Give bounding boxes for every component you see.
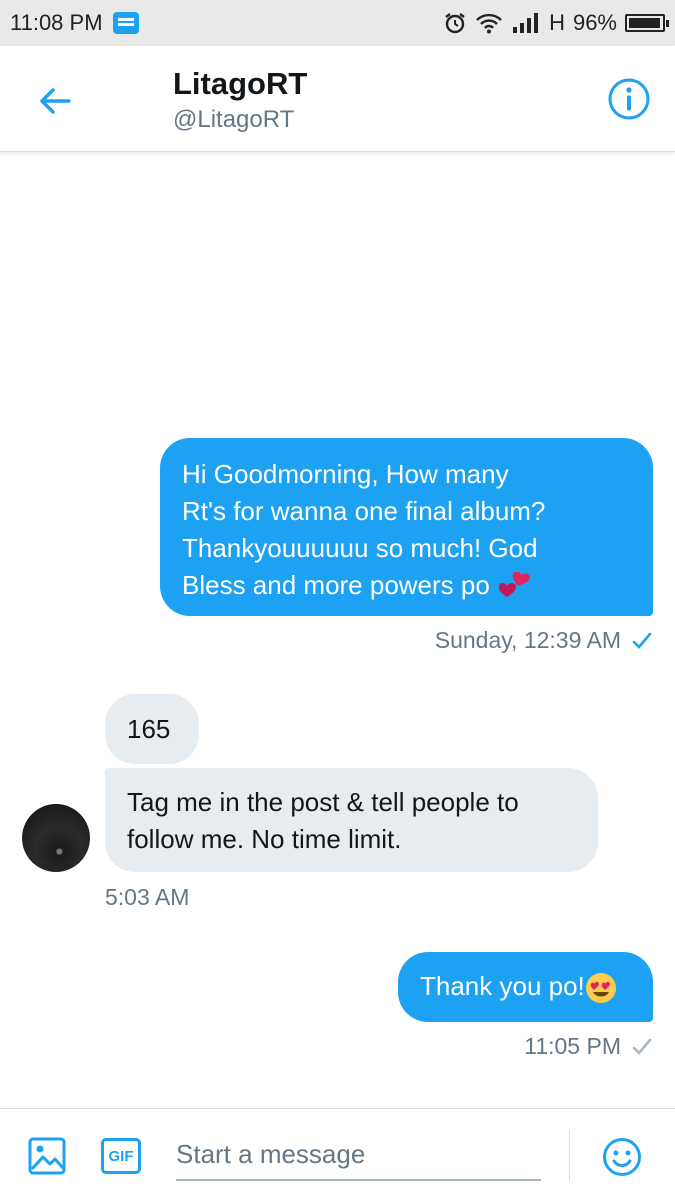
- timestamp-text: Sunday, 12:39 AM: [434, 627, 621, 653]
- back-arrow-icon: [40, 88, 71, 114]
- message-bubble-incoming[interactable]: 165: [105, 694, 199, 764]
- battery-icon: [625, 14, 669, 32]
- smiley-icon: [603, 1138, 641, 1176]
- conversation-header: LitagoRT @LitagoRT: [0, 46, 675, 152]
- emoji-button[interactable]: [602, 1137, 642, 1177]
- timestamp-sent: Sunday, 12:39 AM: [435, 627, 653, 654]
- timestamp-text: 5:03 AM: [105, 884, 190, 910]
- alarm-icon: [443, 11, 467, 35]
- message-input[interactable]: [176, 1129, 541, 1181]
- signal-icon: [511, 12, 541, 34]
- message-text: Hi Goodmorning, How many Rt's for wanna …: [182, 459, 546, 600]
- message-text: Tag me in the post & tell people to foll…: [127, 787, 519, 854]
- message-bubble-outgoing[interactable]: Hi Goodmorning, How many Rt's for wanna …: [160, 438, 653, 616]
- battery-percent: 96%: [572, 10, 617, 35]
- two-hearts-emoji-icon: [498, 572, 530, 598]
- timestamp-sent: 11:05 PM: [524, 1033, 653, 1060]
- avatar[interactable]: [22, 804, 90, 872]
- heart-eyes-emoji-icon: [585, 973, 616, 1004]
- add-photo-button[interactable]: [28, 1137, 66, 1175]
- message-notification-icon: [112, 12, 139, 34]
- status-bar: 11:08 PM H 96%: [0, 0, 675, 46]
- timestamp-received: 5:03 AM: [105, 884, 189, 911]
- contact-name: LitagoRT: [173, 66, 308, 101]
- message-text: Thank you po!: [420, 971, 585, 1001]
- message-bubble-incoming[interactable]: Tag me in the post & tell people to foll…: [105, 768, 598, 872]
- contact-handle: @LitagoRT: [173, 106, 295, 133]
- checkmark-sent-icon: [632, 1038, 652, 1055]
- battery-level: [629, 18, 660, 28]
- info-button[interactable]: [607, 77, 651, 121]
- status-time: 11:08 PM: [10, 10, 103, 35]
- checkmark-read-icon: [632, 632, 652, 649]
- wifi-icon: [475, 12, 503, 34]
- message-composer: GIF: [0, 1108, 675, 1200]
- conversation-title: LitagoRT @LitagoRT: [173, 66, 307, 134]
- message-text: 165: [127, 714, 171, 744]
- network-type: H: [549, 10, 565, 35]
- gif-button[interactable]: GIF: [101, 1138, 141, 1174]
- composer-divider: [569, 1129, 570, 1181]
- image-icon: [28, 1137, 66, 1175]
- info-icon: [608, 78, 650, 120]
- gif-label: GIF: [108, 1147, 134, 1165]
- timestamp-text: 11:05 PM: [524, 1033, 621, 1059]
- back-button[interactable]: [30, 76, 80, 126]
- status-icons: H 96%: [443, 10, 669, 36]
- message-bubble-outgoing[interactable]: Thank you po!: [398, 952, 653, 1022]
